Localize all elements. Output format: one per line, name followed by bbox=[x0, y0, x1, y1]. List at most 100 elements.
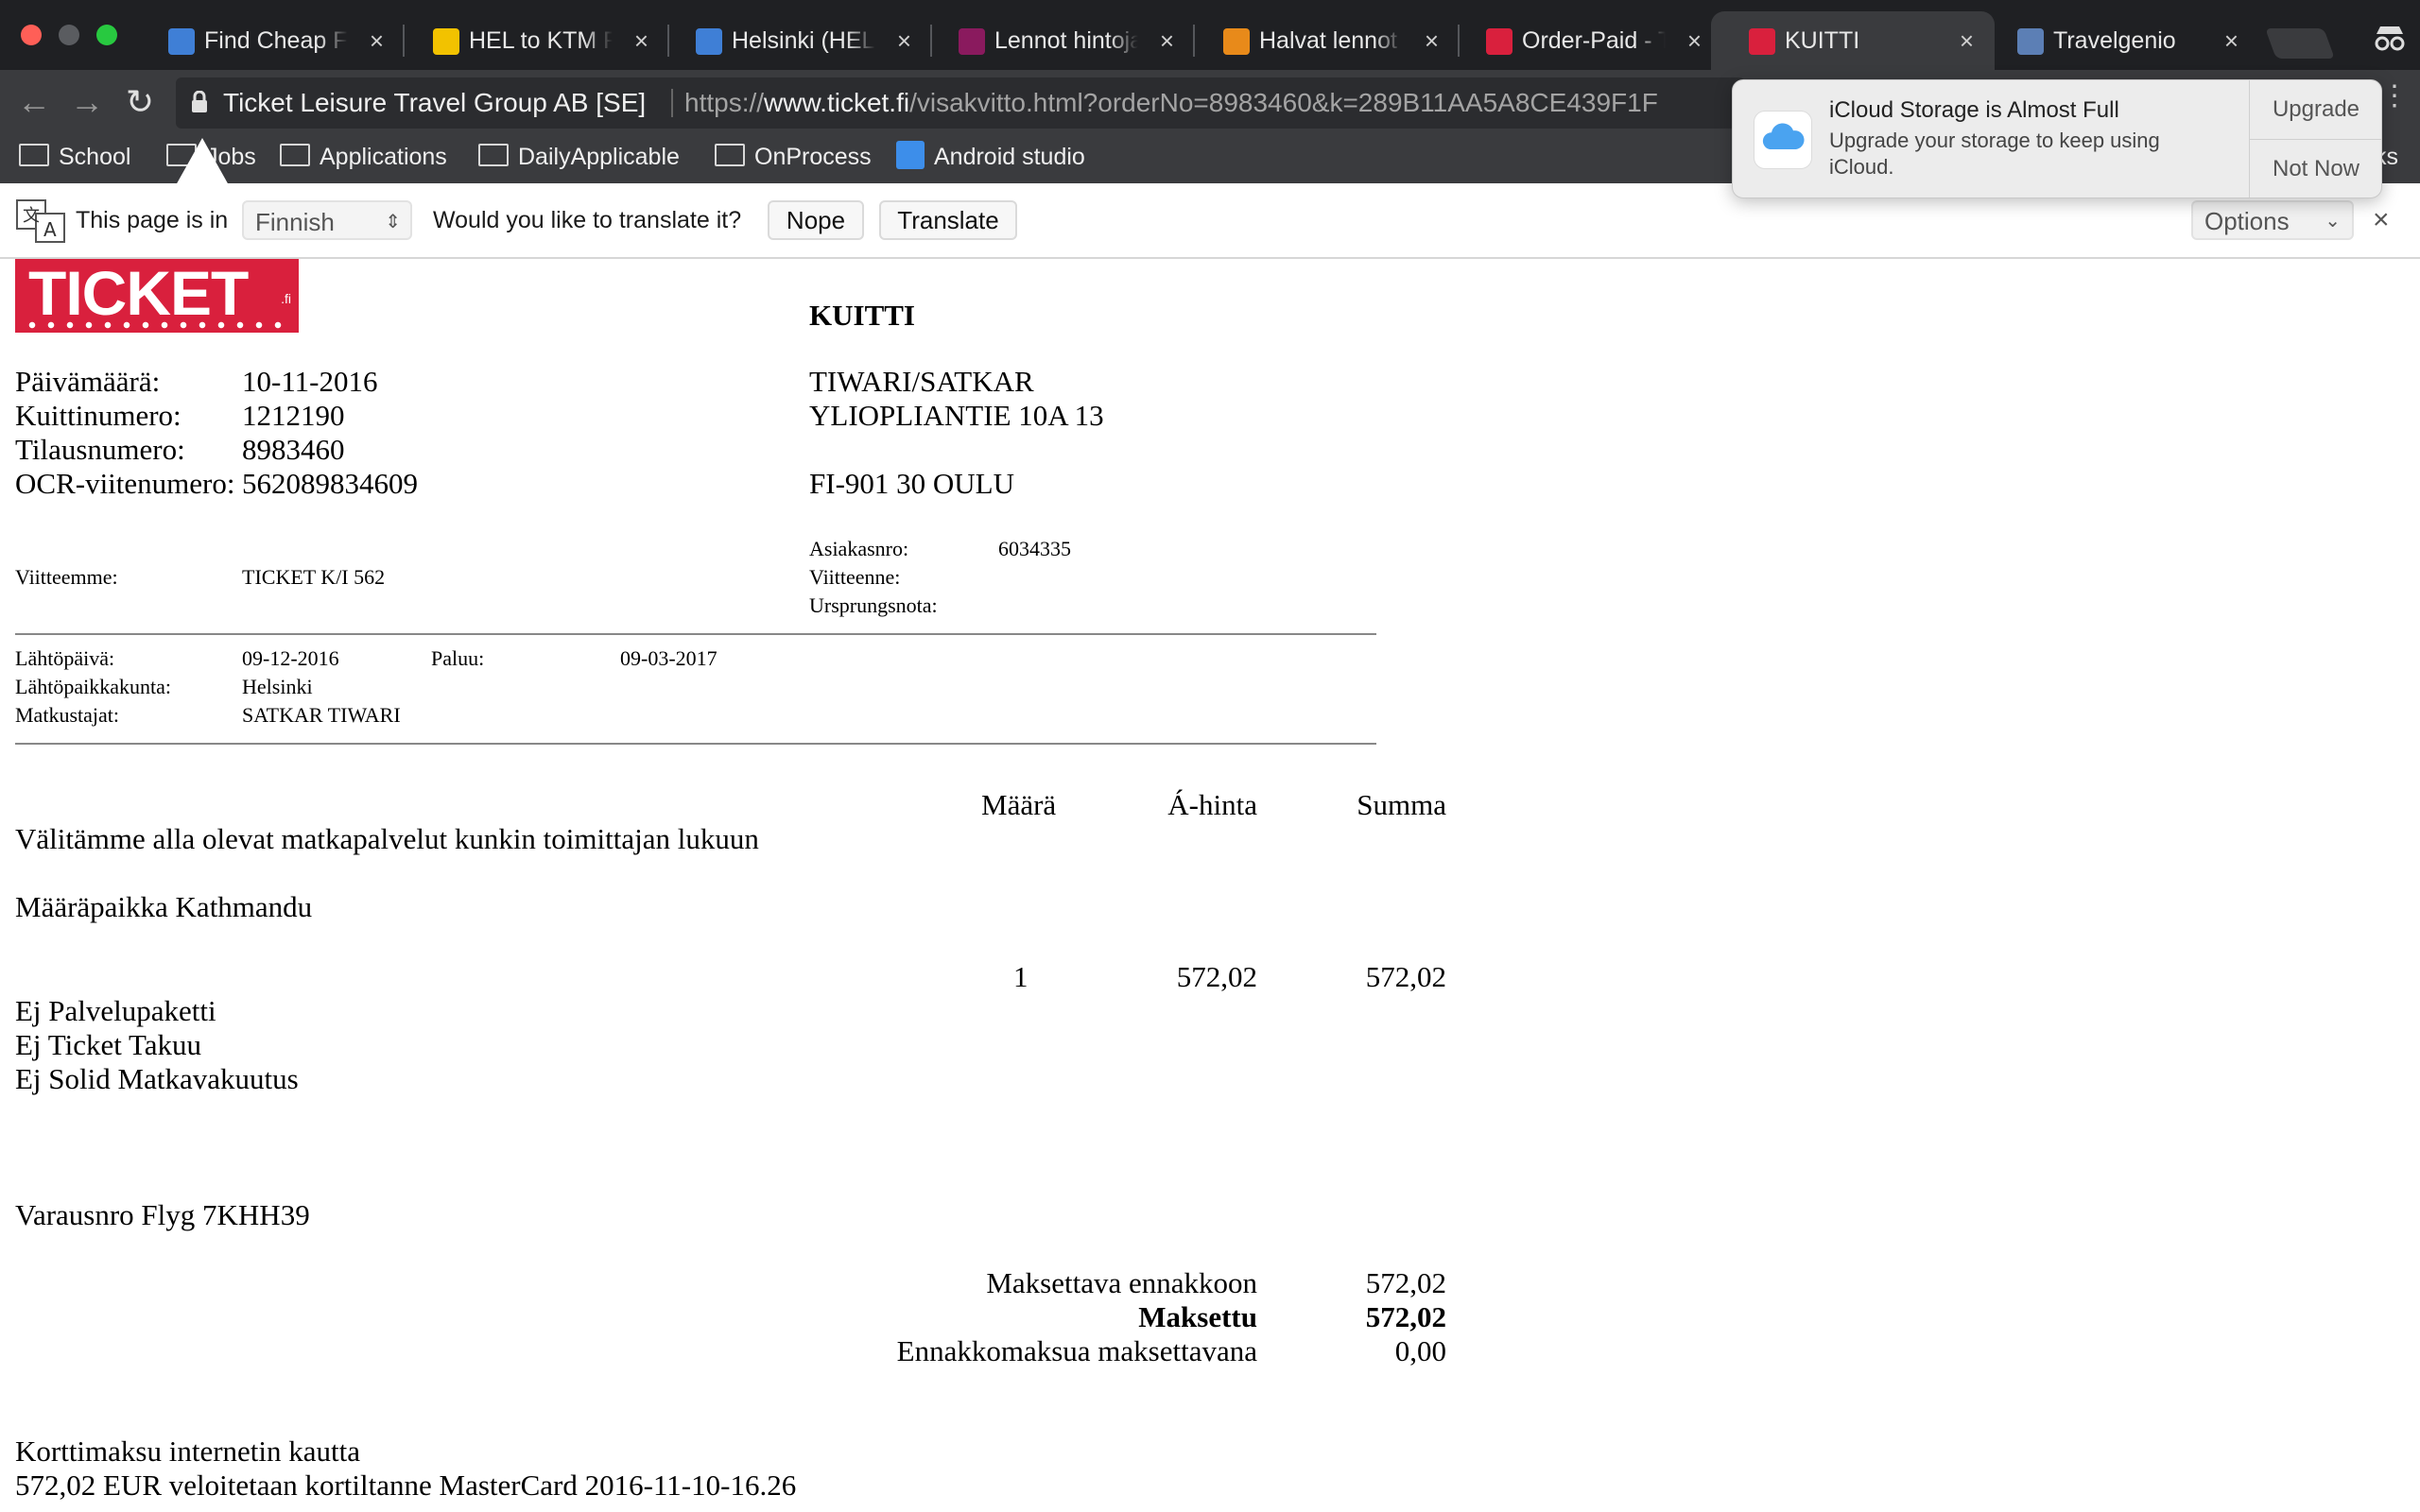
receipt-number-label: Kuittinumero: bbox=[15, 399, 182, 432]
upgrade-button[interactable]: Upgrade bbox=[2250, 80, 2381, 139]
balance-value: 0,00 bbox=[1394, 1334, 1446, 1367]
extra-item: Ej Solid Matkavakuutus bbox=[15, 1062, 299, 1095]
destination: Määräpaikka Kathmandu bbox=[15, 890, 313, 923]
tab-title: Halvat lennot – bbox=[1259, 27, 1403, 54]
our-ref-value: TICKET K/I 562 bbox=[242, 565, 386, 589]
tab-close-icon[interactable]: × bbox=[1960, 11, 1974, 70]
options-select[interactable]: Options ⌄ bbox=[2191, 200, 2354, 240]
tab-close-icon[interactable]: × bbox=[370, 11, 384, 70]
reload-button[interactable]: ↻ bbox=[121, 83, 159, 121]
bookmark-dailyapplicable[interactable]: DailyApplicable bbox=[478, 136, 680, 183]
folder-icon bbox=[280, 144, 310, 167]
divider bbox=[15, 743, 1376, 745]
translate-button[interactable]: Translate bbox=[879, 200, 1017, 240]
column-unit-price: Á-hinta bbox=[1167, 788, 1257, 821]
address-name: TIWARI/SATKAR bbox=[809, 365, 1034, 398]
bookmark-onprocess[interactable]: OnProcess bbox=[715, 136, 872, 183]
address-bar[interactable]: Ticket Leisure Travel Group AB [SE] http… bbox=[176, 77, 1745, 129]
language-value: Finnish bbox=[255, 208, 335, 236]
zoom-window-button[interactable] bbox=[96, 25, 117, 45]
paid-label: Maksettu bbox=[1138, 1300, 1257, 1333]
notification-body: Upgrade your storage to keep using iClou… bbox=[1829, 129, 2160, 179]
tab-helsinki-hel[interactable]: Helsinki (HEL) t × bbox=[658, 11, 932, 70]
tab-kuitti[interactable]: KUITTI × bbox=[1711, 11, 1995, 70]
address-street: YLIOPLIANTIE 10A 13 bbox=[809, 399, 1104, 432]
travellers-value: SATKAR TIWARI bbox=[242, 703, 401, 727]
nope-button[interactable]: Nope bbox=[768, 200, 864, 240]
tab-favicon-icon bbox=[433, 28, 459, 55]
order-number-value: 8983460 bbox=[242, 433, 345, 466]
tab-close-icon[interactable]: × bbox=[634, 11, 648, 70]
close-window-button[interactable] bbox=[21, 25, 42, 45]
line-quantity: 1 bbox=[1013, 960, 1028, 993]
customer-no-value: 6034335 bbox=[998, 537, 1071, 560]
minimize-window-button[interactable] bbox=[59, 25, 79, 45]
icloud-icon bbox=[1754, 111, 1812, 169]
line-sum: 572,02 bbox=[1365, 960, 1446, 993]
payment-method: Korttimaksu internetin kautta bbox=[15, 1435, 361, 1468]
date-label: Päivämäärä: bbox=[15, 365, 161, 398]
bookmark-android-studio[interactable]: Android studio bbox=[896, 136, 1085, 183]
forward-button[interactable]: → bbox=[68, 83, 106, 121]
tab-close-icon[interactable]: × bbox=[1425, 11, 1439, 70]
payment-detail: 572,02 EUR veloitetaan kortiltanne Maste… bbox=[15, 1469, 797, 1502]
back-button[interactable]: ← bbox=[15, 83, 53, 121]
ticket-logo: TICKET .fi bbox=[15, 258, 299, 333]
tab-favicon-icon bbox=[959, 28, 985, 55]
tab-title: Lennot hintoja bbox=[994, 27, 1138, 54]
extra-item: Ej Ticket Takuu bbox=[15, 1028, 202, 1061]
column-quantity: Määrä bbox=[981, 788, 1057, 821]
bookmark-school[interactable]: School bbox=[19, 136, 130, 183]
tab-hel-to-ktm[interactable]: HEL to KTM Flig × bbox=[395, 11, 669, 70]
receipt-page: TICKET .fi KUITTI Päivämäärä: 10-11-2016… bbox=[0, 257, 2420, 1512]
tab-favicon-icon bbox=[168, 28, 195, 55]
origin-label: Ursprungsnota: bbox=[809, 593, 938, 617]
tab-title: Travelgenio bbox=[2053, 27, 2176, 54]
folder-icon bbox=[19, 144, 49, 167]
svg-text:A: A bbox=[43, 218, 57, 241]
booking-reference: Varausnro Flyg 7KHH39 bbox=[15, 1198, 310, 1231]
translate-question: Would you like to translate it? bbox=[433, 207, 742, 233]
translate-icon: 文 A bbox=[16, 199, 65, 243]
from-label: Lähtöpaikkakunta: bbox=[15, 675, 171, 698]
intro-text: Välitämme alla olevat matkapalvelut kunk… bbox=[15, 822, 759, 855]
tab-lennot-hintoja[interactable]: Lennot hintoja × bbox=[921, 11, 1195, 70]
tab-title: HEL to KTM Flig bbox=[469, 27, 613, 54]
not-now-button[interactable]: Not Now bbox=[2250, 139, 2381, 198]
your-ref-label: Viitteenne: bbox=[809, 565, 901, 589]
tab-halvat-lennot[interactable]: Halvat lennot – × bbox=[1185, 11, 1460, 70]
icloud-notification: iCloud Storage is Almost Full Upgrade yo… bbox=[1732, 79, 2382, 198]
tab-close-icon[interactable]: × bbox=[2224, 11, 2238, 70]
order-number-label: Tilausnumero: bbox=[15, 433, 185, 466]
menu-icon[interactable]: ⋮ bbox=[2380, 79, 2409, 112]
tab-favicon-icon bbox=[1749, 28, 1775, 55]
tab-title: Find Cheap Flig bbox=[204, 27, 348, 54]
options-label: Options bbox=[2204, 207, 2290, 235]
tab-order-paid[interactable]: Order-Paid - Ti × bbox=[1448, 11, 1722, 70]
divider bbox=[15, 633, 1376, 635]
incognito-icon bbox=[2371, 21, 2409, 53]
site-identity[interactable]: Ticket Leisure Travel Group AB [SE] bbox=[223, 77, 646, 129]
ocr-reference-label: OCR-viitenumero: bbox=[15, 467, 235, 500]
folder-icon bbox=[715, 144, 745, 167]
new-tab-button[interactable] bbox=[2265, 28, 2335, 59]
chevron-down-icon: ⌄ bbox=[2325, 211, 2341, 232]
updown-icon: ⇕ bbox=[385, 212, 401, 232]
receipt-heading: KUITTI bbox=[809, 299, 915, 332]
notification-title: iCloud Storage is Almost Full bbox=[1829, 97, 2119, 123]
tab-travelgenio[interactable]: Travelgenio × bbox=[1979, 11, 2259, 70]
tab-close-icon[interactable]: × bbox=[1160, 11, 1174, 70]
tab-favicon-icon bbox=[1486, 28, 1512, 55]
tab-find-cheap-flights[interactable]: Find Cheap Flig × bbox=[130, 11, 405, 70]
tab-close-icon[interactable]: × bbox=[1687, 11, 1702, 70]
tab-title: Order-Paid - Ti bbox=[1522, 27, 1666, 54]
language-select[interactable]: Finnish ⇕ bbox=[242, 200, 412, 240]
url-text[interactable]: https://www.ticket.fi/visakvitto.html?or… bbox=[684, 77, 1658, 129]
tab-close-icon[interactable]: × bbox=[897, 11, 911, 70]
tab-favicon-icon bbox=[696, 28, 722, 55]
bookmark-applications[interactable]: Applications bbox=[280, 136, 447, 183]
tab-favicon-icon bbox=[1223, 28, 1250, 55]
ocr-reference-value: 562089834609 bbox=[242, 467, 418, 500]
extra-item: Ej Palvelupaketti bbox=[15, 994, 216, 1027]
paid-value: 572,02 bbox=[1365, 1300, 1446, 1333]
